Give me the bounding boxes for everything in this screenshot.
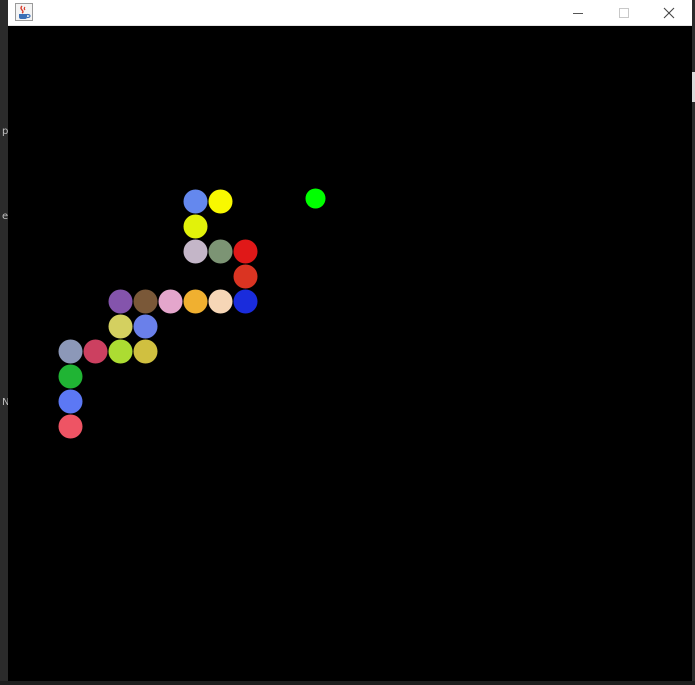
snake-segment: [133, 314, 158, 339]
snake-segment: [233, 239, 258, 264]
snake-segment: [158, 289, 183, 314]
game-window: [8, 0, 692, 681]
snake-segment: [208, 289, 233, 314]
snake-segment: [108, 314, 133, 339]
close-icon: [663, 7, 675, 18]
desktop-background-strip: p e N: [0, 0, 9, 681]
snake-segment: [183, 239, 208, 264]
snake-segment: [183, 289, 208, 314]
maximize-button[interactable]: [601, 0, 647, 25]
snake-segment: [58, 389, 83, 414]
window-titlebar[interactable]: [8, 0, 692, 26]
minimize-icon: [573, 12, 583, 14]
snake-segment: [58, 339, 83, 364]
snake-segment: [208, 189, 233, 214]
snake-segment: [133, 289, 158, 314]
minimize-button[interactable]: [555, 0, 601, 25]
snake-segment: [108, 339, 133, 364]
game-board: [58, 188, 326, 439]
snake-segment: [183, 214, 208, 239]
snake-segment: [133, 339, 158, 364]
close-button[interactable]: [646, 0, 692, 25]
snake-segment: [58, 364, 83, 389]
maximize-icon: [619, 7, 629, 18]
food-pellet: [305, 188, 326, 209]
snake-segment: [208, 239, 233, 264]
snake-head: [183, 189, 208, 214]
snake-segment: [58, 414, 83, 439]
snake-segment: [108, 289, 133, 314]
game-canvas[interactable]: [8, 26, 692, 681]
java-coffee-cup-icon: [15, 3, 33, 21]
snake-segment: [233, 264, 258, 289]
snake-segment: [233, 289, 258, 314]
snake-segment: [83, 339, 108, 364]
